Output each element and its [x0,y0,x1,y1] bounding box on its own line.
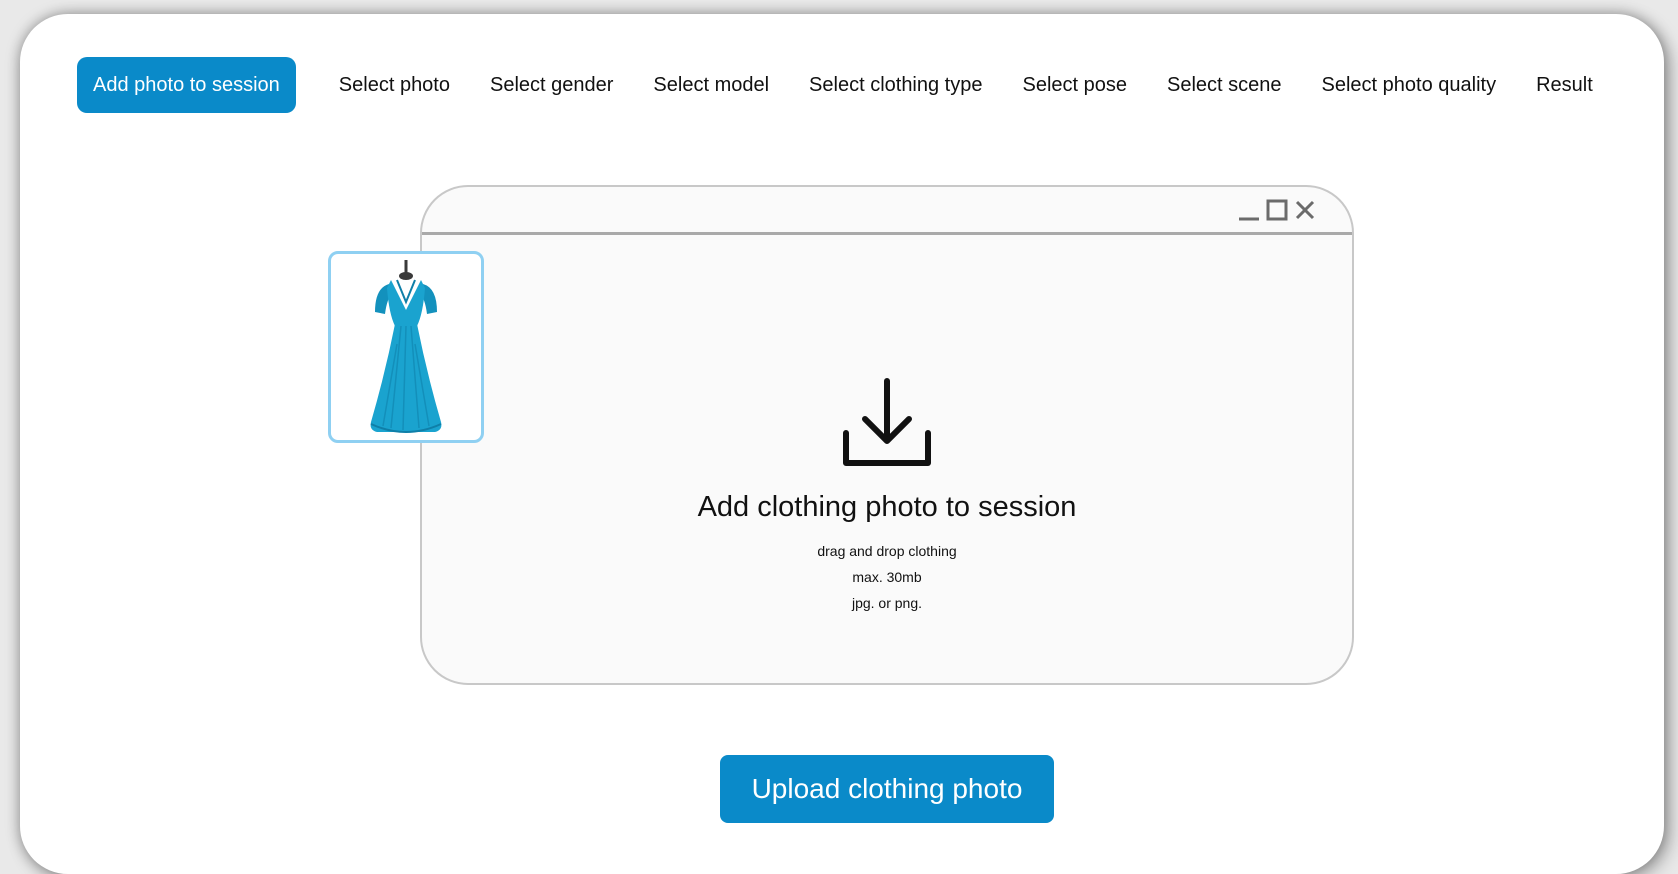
step-select-clothing-type[interactable]: Select clothing type [789,57,1002,113]
dress-image [370,260,442,433]
window-controls [1238,199,1316,221]
app-frame: Add photo to session Select photo Select… [20,14,1664,874]
steps-nav: Add photo to session Select photo Select… [77,57,1613,113]
dropzone[interactable]: Add clothing photo to session drag and d… [422,377,1352,616]
maximize-icon[interactable] [1266,199,1288,221]
dropzone-title: Add clothing photo to session [697,491,1077,523]
close-icon[interactable] [1294,199,1316,221]
step-select-pose[interactable]: Select pose [1002,57,1147,113]
clothing-thumbnail[interactable] [328,251,484,443]
download-icon [843,378,931,466]
step-result[interactable]: Result [1516,57,1613,113]
hint-file-types: jpg. or png. [851,595,923,611]
step-select-model[interactable]: Select model [633,57,789,113]
upload-window[interactable]: Add clothing photo to session drag and d… [420,185,1354,685]
minimize-icon[interactable] [1238,199,1260,221]
dropzone-hints: drag and drop clothing max. 30mb jpg. or… [422,538,1352,616]
hint-max-size: max. 30mb [852,569,922,585]
step-add-photo-to-session[interactable]: Add photo to session [77,57,296,113]
hint-drag-drop: drag and drop clothing [817,543,957,559]
window-title-bar-divider [422,232,1352,235]
upload-clothing-photo-button[interactable]: Upload clothing photo [720,755,1054,823]
step-select-photo[interactable]: Select photo [319,57,470,113]
step-select-scene[interactable]: Select scene [1147,57,1302,113]
step-select-gender[interactable]: Select gender [470,57,633,113]
step-select-photo-quality[interactable]: Select photo quality [1302,57,1517,113]
